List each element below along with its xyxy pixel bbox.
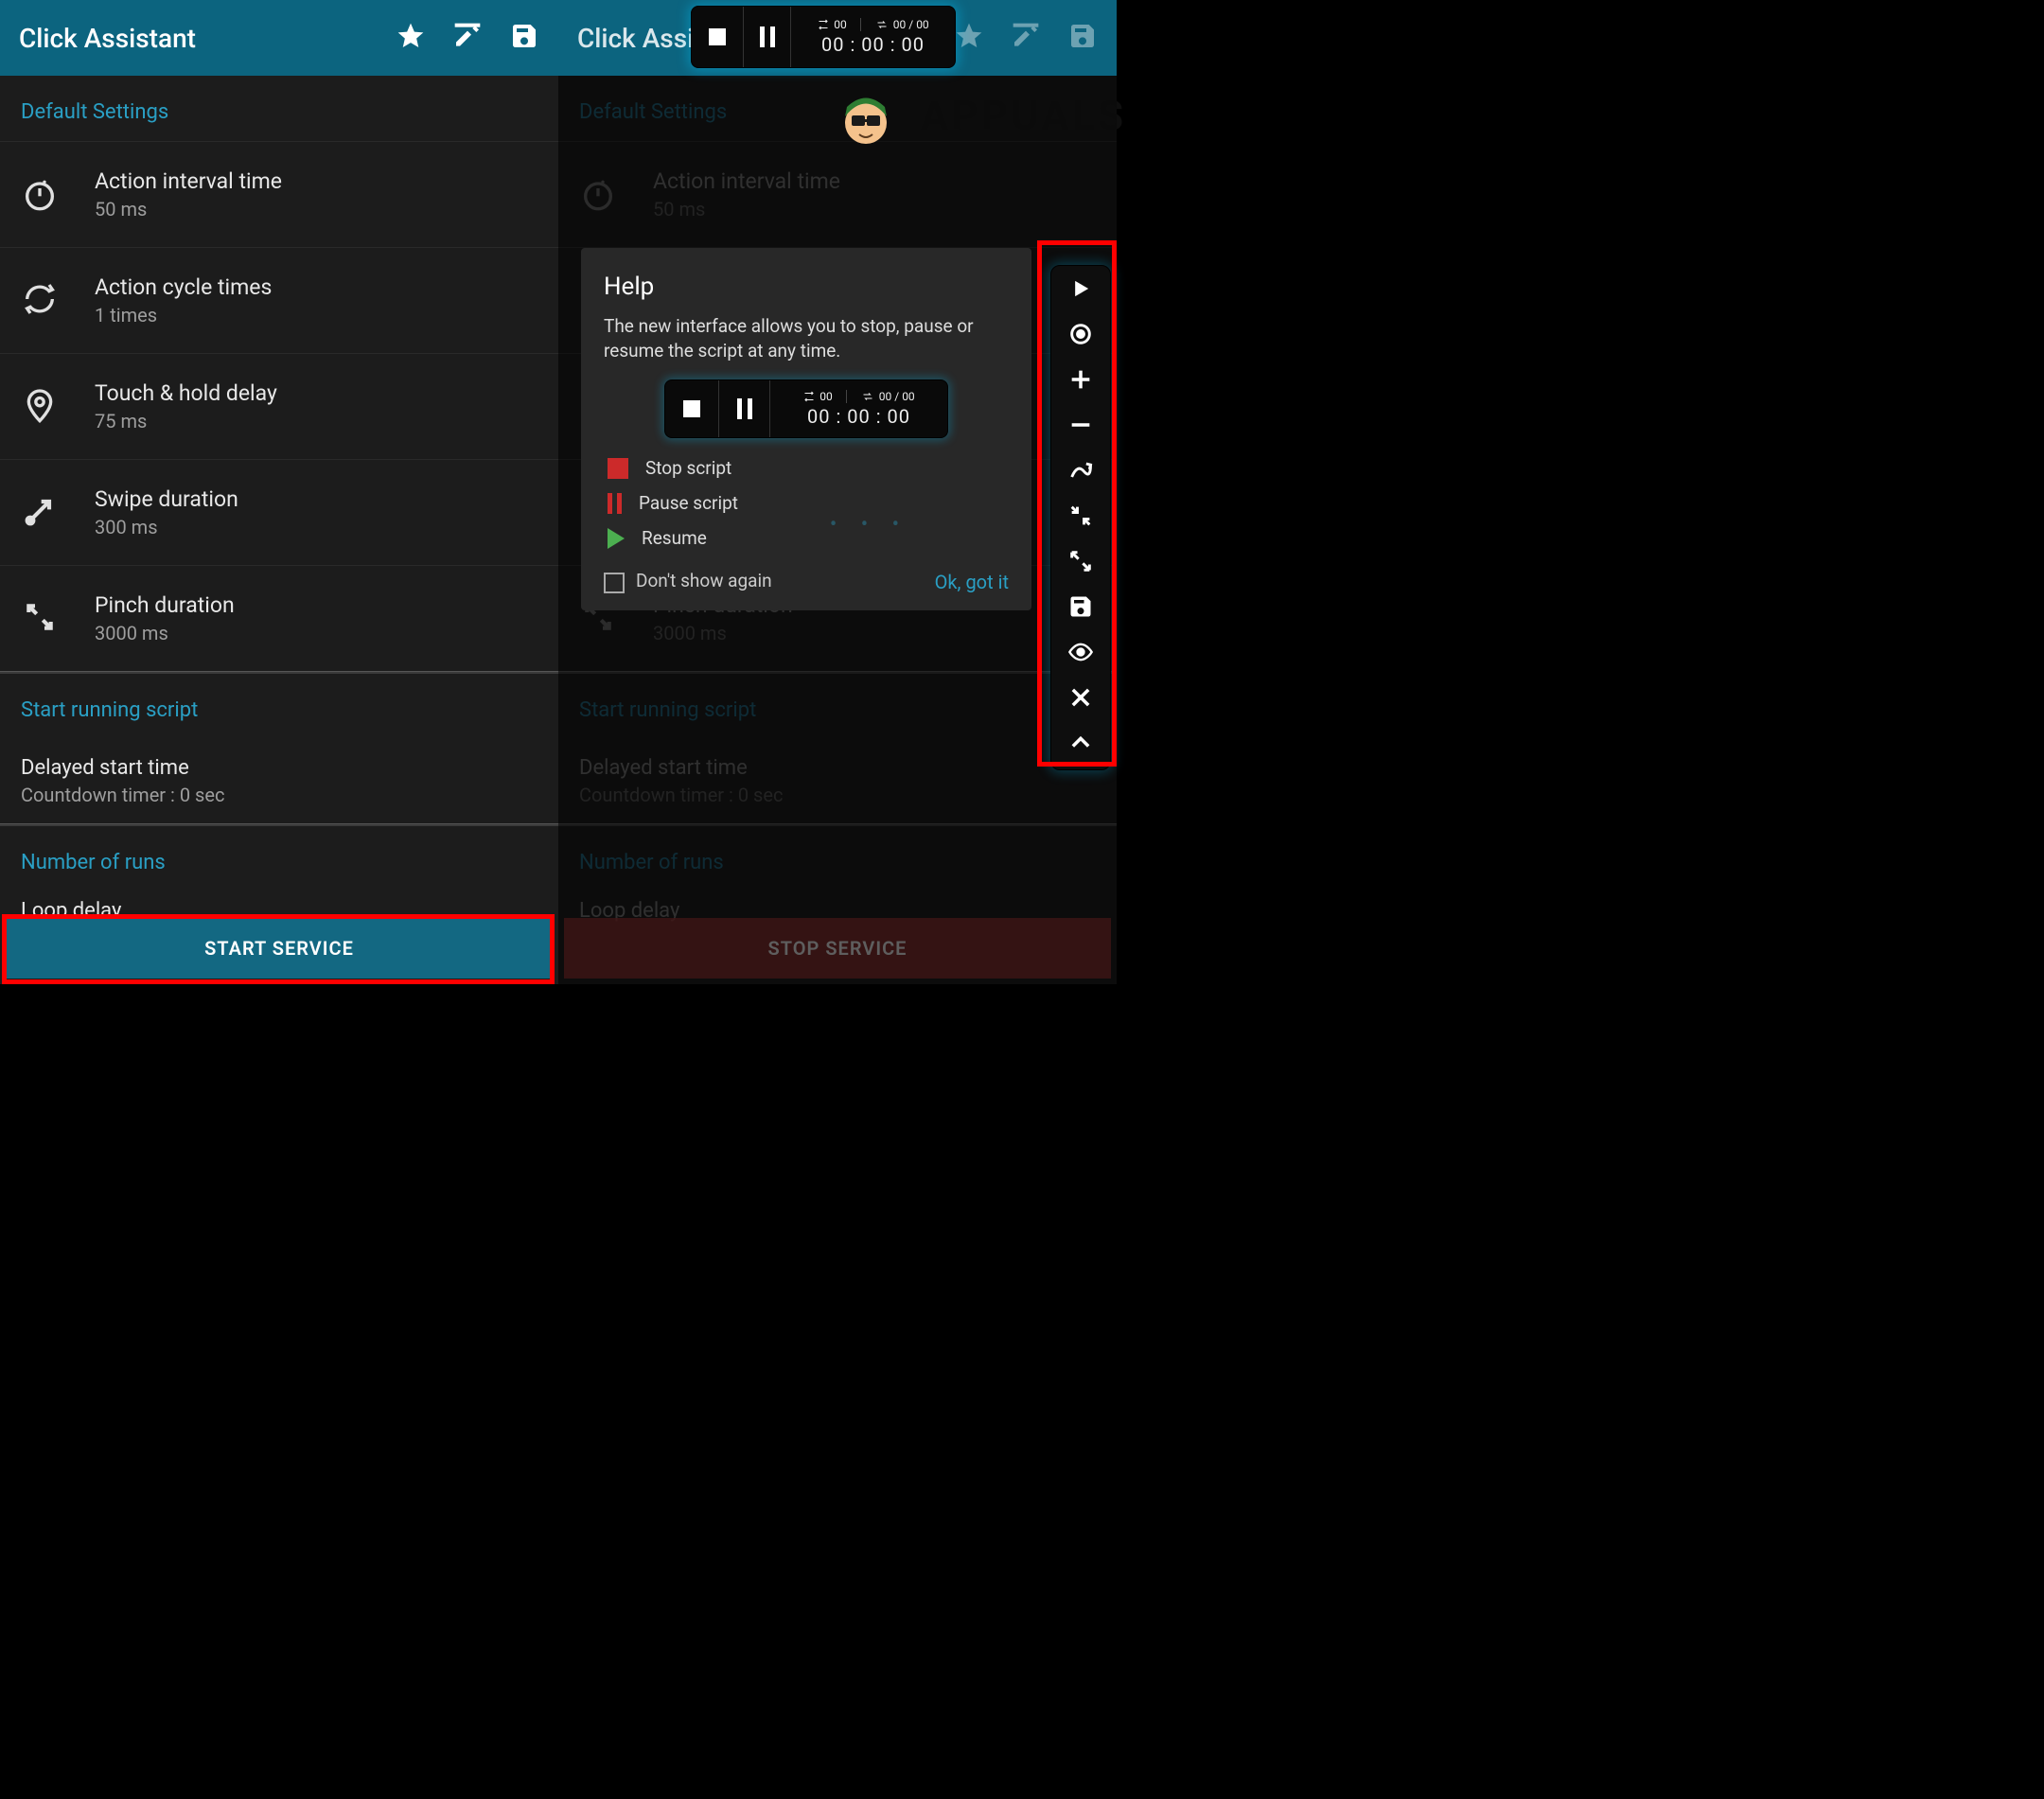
expand-icon[interactable] (1067, 548, 1094, 578)
setting-value: 300 ms (95, 516, 238, 538)
setting-swipe-duration[interactable]: Swipe duration 300 ms (0, 459, 558, 565)
setting-touch-hold[interactable]: Touch & hold delay 75 ms (0, 353, 558, 459)
pause-icon (608, 493, 622, 514)
save-icon[interactable] (1067, 593, 1094, 624)
delayed-start[interactable]: Delayed start time Countdown timer : 0 s… (0, 739, 558, 823)
page-dots: • • • (830, 513, 908, 537)
app-header: Click Assistant (0, 0, 558, 76)
stop-script-button[interactable] (692, 7, 743, 67)
ok-got-it-button[interactable]: Ok, got it (935, 571, 1009, 593)
target-icon[interactable] (1067, 321, 1094, 351)
minus-icon[interactable] (1067, 412, 1094, 442)
delayed-start[interactable]: Delayed start time Countdown timer : 0 s… (558, 739, 1117, 823)
setting-value: 3000 ms (95, 622, 235, 644)
setting-action-cycle[interactable]: Action cycle times 1 times (0, 247, 558, 353)
delayed-label: Delayed start time (21, 756, 537, 780)
section-number-runs: Number of runs (0, 826, 558, 891)
floating-side-toolbar[interactable] (1050, 265, 1111, 770)
favorite-icon[interactable] (396, 21, 426, 55)
plus-icon[interactable] (1067, 366, 1094, 397)
pause-icon (737, 398, 752, 419)
help-dialog: Help The new interface allows you to sto… (581, 248, 1031, 610)
pause-icon (760, 26, 775, 47)
save-icon[interactable] (509, 21, 539, 55)
stop-icon (683, 400, 700, 417)
watermark: APPUALS (921, 91, 1126, 140)
header-actions (396, 21, 539, 55)
curve-icon[interactable] (1067, 457, 1094, 487)
save-icon[interactable] (1067, 21, 1098, 55)
checkbox-icon (604, 573, 625, 593)
section-default-settings: Default Settings (0, 76, 558, 141)
dont-show-again-checkbox[interactable]: Don't show again (604, 570, 772, 593)
elapsed-time: 00 : 00 : 00 (821, 33, 925, 56)
setting-pinch-duration[interactable]: Pinch duration 3000 ms (0, 565, 558, 671)
help-title: Help (604, 273, 1009, 301)
pinch-icon (21, 598, 59, 640)
setting-value: 75 ms (95, 410, 277, 432)
start-service-button[interactable]: START SERVICE (6, 918, 553, 979)
setting-action-interval[interactable]: Action interval time50 ms (558, 141, 1117, 247)
appuals-mascot-icon (833, 83, 899, 150)
stop-icon (709, 28, 726, 45)
step-count: 00 / 00 (893, 18, 929, 31)
floating-control-bar[interactable]: 00 00 / 00 00 : 00 : 00 (691, 6, 956, 68)
swipe-icon (21, 492, 59, 534)
pause-script-button[interactable] (743, 7, 790, 67)
stop-icon (608, 458, 628, 479)
setting-label: Swipe duration (95, 486, 238, 512)
close-icon[interactable] (1067, 684, 1094, 714)
chevron-up-icon[interactable] (1067, 730, 1094, 760)
setting-label: Touch & hold delay (95, 380, 277, 406)
section-start-running: Start running script (558, 674, 1117, 739)
section-start-running: Start running script (0, 674, 558, 739)
collapse-icon[interactable] (1067, 503, 1094, 533)
help-legend: Stop script Pause script Resume (608, 457, 1009, 549)
setting-label: Pinch duration (95, 592, 235, 618)
screen-before: Click Assistant Default Settings Action … (0, 0, 558, 984)
setting-label: Action interval time (95, 168, 282, 194)
section-number-runs: Number of runs (558, 826, 1117, 891)
delayed-value: Countdown timer : 0 sec (21, 784, 537, 806)
favorite-icon[interactable] (954, 21, 984, 55)
loop-count: 00 (834, 18, 847, 31)
timer-icon (21, 174, 59, 216)
help-body: The new interface allows you to stop, pa… (604, 314, 1009, 362)
setting-label: Action cycle times (95, 274, 272, 300)
play-icon (608, 528, 625, 549)
eye-icon[interactable] (1067, 639, 1094, 669)
timer-icon (579, 174, 617, 216)
setting-value: 50 ms (95, 198, 282, 220)
app-title: Click Assistant (19, 23, 396, 54)
control-bar-readout: 00 00 / 00 00 : 00 : 00 (790, 7, 955, 67)
help-illustration-bar: 00 00 / 00 00 : 00 : 00 (664, 379, 948, 438)
play-icon[interactable] (1067, 275, 1094, 306)
header-actions (954, 21, 1098, 55)
location-icon (21, 386, 59, 428)
cycle-icon (21, 280, 59, 322)
setting-action-interval[interactable]: Action interval time 50 ms (0, 141, 558, 247)
theme-icon[interactable] (1011, 21, 1041, 55)
setting-value: 1 times (95, 304, 272, 326)
theme-icon[interactable] (452, 21, 483, 55)
stop-service-button[interactable]: STOP SERVICE (564, 918, 1111, 979)
